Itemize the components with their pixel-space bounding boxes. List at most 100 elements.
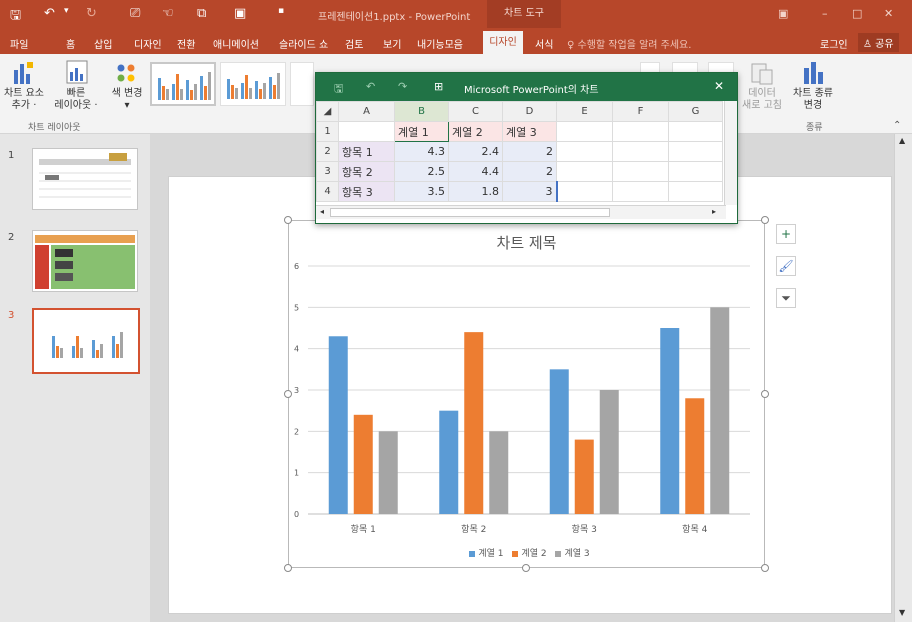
maximize-button[interactable]: □ — [852, 7, 862, 20]
tab-addins[interactable]: 내기능모음 — [417, 36, 463, 51]
customize-qat-icon[interactable]: ▪ — [278, 6, 284, 16]
chart-elements-button[interactable]: + — [776, 224, 796, 244]
cell-value[interactable]: 2.4 — [448, 141, 503, 162]
column-header[interactable]: F — [612, 101, 669, 122]
cell[interactable] — [338, 121, 395, 142]
cell[interactable] — [612, 161, 669, 182]
new-slide-icon[interactable]: ⧉ — [197, 6, 206, 21]
slide-thumbnail-2[interactable] — [32, 230, 138, 292]
select-all-corner[interactable]: ◢ — [316, 101, 339, 122]
sheet-scroll-thumb[interactable] — [330, 208, 610, 217]
screen-icon[interactable]: ▣ — [234, 6, 246, 21]
y-tick-label: 5 — [294, 303, 299, 312]
chart-filters-button[interactable]: ⏷ — [776, 288, 796, 308]
row-header[interactable]: 3 — [316, 161, 339, 182]
cell-value[interactable]: 2.5 — [394, 161, 449, 182]
cell-value[interactable]: 3 — [502, 181, 558, 202]
cell[interactable] — [612, 181, 669, 202]
chart-style-2[interactable] — [220, 62, 286, 106]
cell-value[interactable]: 4.4 — [448, 161, 503, 182]
sheet-close-icon[interactable]: ✕ — [714, 79, 724, 93]
cell[interactable] — [668, 161, 723, 182]
sheet-undo-icon[interactable]: ↶ — [366, 80, 375, 93]
column-header[interactable]: G — [668, 101, 723, 122]
chart-style-1[interactable] — [150, 62, 216, 106]
tab-file[interactable]: 파일 — [10, 36, 28, 51]
scroll-down-icon[interactable]: ▼ — [899, 608, 905, 617]
close-button[interactable]: ✕ — [884, 7, 893, 20]
undo-dropdown-icon[interactable]: ▾ — [64, 6, 69, 16]
cell[interactable] — [556, 161, 613, 182]
tab-slideshow[interactable]: 슬라이드 쇼 — [279, 36, 328, 51]
column-header[interactable]: B — [394, 101, 449, 122]
cell-value[interactable]: 1.8 — [448, 181, 503, 202]
tab-design-page[interactable]: 디자인 — [134, 36, 162, 51]
cell[interactable] — [612, 141, 669, 162]
cell-value[interactable]: 4.3 — [394, 141, 449, 162]
row-header[interactable]: 1 — [316, 121, 339, 142]
slideshow-icon[interactable]: ⎚ — [130, 6, 140, 21]
cell[interactable] — [556, 181, 613, 202]
cell-category[interactable]: 항목 2 — [338, 161, 395, 182]
sheet-save-icon[interactable]: 🖫 — [334, 80, 343, 99]
scroll-right-icon[interactable]: ▸ — [712, 207, 716, 216]
resize-handle-tr[interactable] — [761, 216, 769, 224]
tab-transitions[interactable]: 전환 — [177, 36, 195, 51]
cell-series-name[interactable]: 계열 1 — [394, 121, 449, 142]
ribbon-display-icon[interactable]: ▣ — [778, 7, 788, 20]
cell-series-name[interactable]: 계열 3 — [502, 121, 557, 142]
chart-legend[interactable]: 계열 1 계열 2 계열 3 — [288, 546, 765, 559]
touch-mode-icon[interactable]: ☜ — [162, 6, 174, 21]
tab-view[interactable]: 보기 — [383, 36, 401, 51]
row-header[interactable]: 4 — [316, 181, 339, 202]
resize-handle-bl[interactable] — [284, 564, 292, 572]
column-header[interactable]: C — [448, 101, 503, 122]
column-header[interactable]: A — [338, 101, 395, 122]
sheet-horizontal-scrollbar[interactable]: ◂ ▸ — [316, 205, 726, 219]
login-link[interactable]: 로그인 — [820, 36, 848, 51]
excel-icon[interactable]: ⊞ — [434, 80, 443, 93]
scroll-left-icon[interactable]: ◂ — [320, 207, 324, 216]
cell-value[interactable]: 3.5 — [394, 181, 449, 202]
tab-insert[interactable]: 삽입 — [94, 36, 112, 51]
chart-data-sheet-window[interactable]: 🖫 ↶ ↷ ⊞ Microsoft PowerPoint의 차트 ✕ ◢ A B… — [315, 72, 738, 224]
column-header[interactable]: D — [502, 101, 557, 122]
tab-home[interactable]: 홈 — [66, 36, 75, 51]
tab-chart-design[interactable]: 디자인 — [483, 31, 523, 54]
sheet-redo-icon[interactable]: ↷ — [398, 80, 407, 93]
sheet-vertical-scrollbar[interactable] — [724, 101, 737, 205]
lightbulb-icon: ♀ — [567, 40, 578, 51]
cell-value[interactable]: 2 — [502, 161, 557, 182]
cell[interactable] — [668, 181, 723, 202]
tab-animations[interactable]: 애니메이션 — [213, 36, 259, 51]
undo-icon[interactable]: ↶ — [44, 6, 55, 21]
slide-thumbnail-3[interactable] — [32, 308, 140, 374]
tab-review[interactable]: 검토 — [345, 36, 363, 51]
tell-me-search[interactable]: ♀ 수행할 작업을 알려 주세요. — [567, 36, 691, 51]
slide-number: 3 — [8, 310, 15, 321]
row-header[interactable]: 2 — [316, 141, 339, 162]
tab-format[interactable]: 서식 — [535, 36, 553, 51]
cell[interactable] — [612, 121, 669, 142]
cell[interactable] — [668, 141, 723, 162]
cell[interactable] — [556, 121, 613, 142]
resize-handle-b[interactable] — [522, 564, 530, 572]
scroll-up-icon[interactable]: ▲ — [899, 136, 905, 145]
resize-handle-tl[interactable] — [284, 216, 292, 224]
chart-styles-button[interactable]: 🖌 — [776, 256, 796, 276]
cell-category[interactable]: 항목 3 — [338, 181, 395, 202]
slide-thumbnail-1[interactable] — [32, 148, 138, 210]
resize-handle-br[interactable] — [761, 564, 769, 572]
editor-vertical-scrollbar[interactable]: ▲ ▼ — [894, 134, 912, 622]
cell-category[interactable]: 항목 1 — [338, 141, 395, 162]
minimize-button[interactable]: – — [822, 7, 828, 20]
column-header[interactable]: E — [556, 101, 613, 122]
cell[interactable] — [668, 121, 723, 142]
chart-style-3[interactable] — [290, 62, 314, 106]
save-icon[interactable]: 🖫 — [10, 6, 21, 28]
cell-series-name[interactable]: 계열 2 — [448, 121, 503, 142]
share-button[interactable]: ♙ 공유 — [858, 33, 899, 52]
collapse-ribbon-icon[interactable]: ⌃ — [893, 120, 901, 131]
cell[interactable] — [556, 141, 613, 162]
cell-value[interactable]: 2 — [502, 141, 557, 162]
